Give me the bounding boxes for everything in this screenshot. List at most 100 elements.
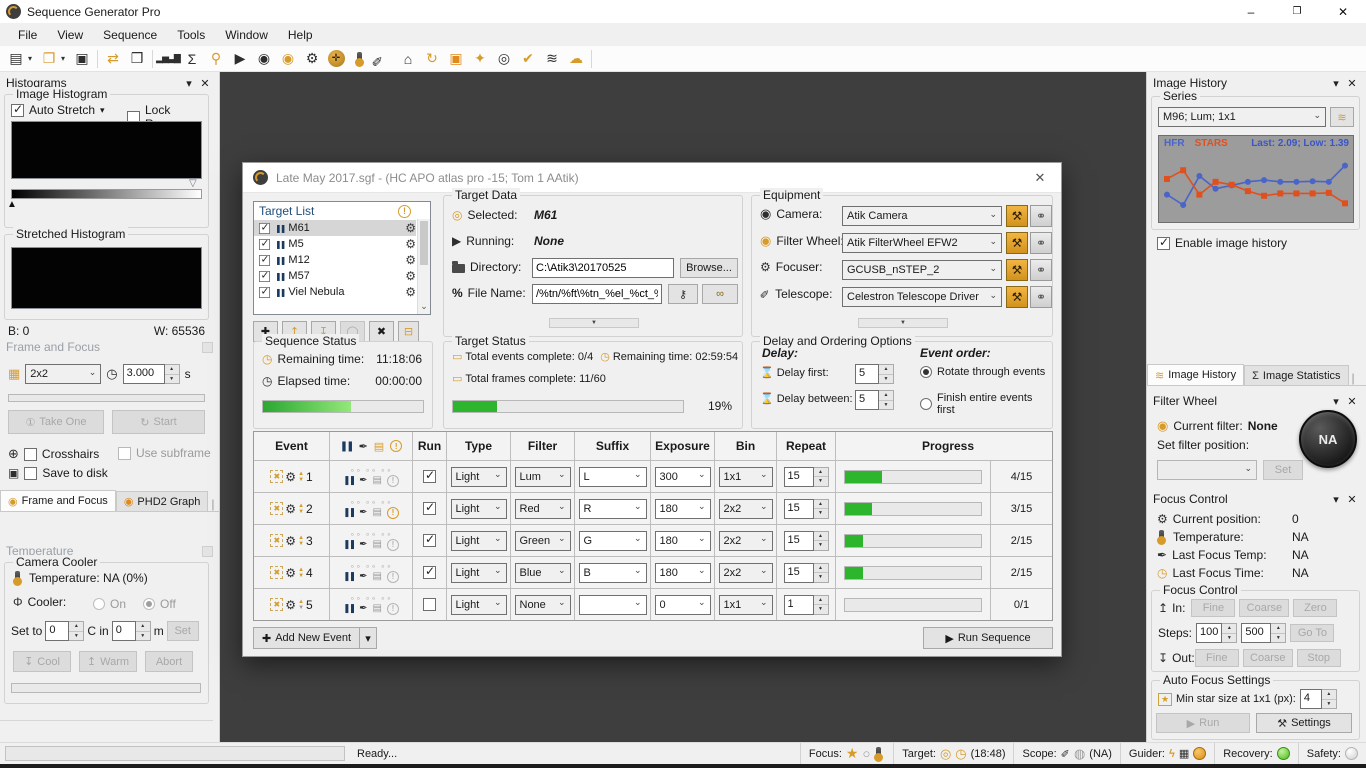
move-down-icon[interactable]: ▼	[298, 477, 304, 483]
filter-wheel-icon[interactable]: ◉	[276, 48, 300, 70]
target-list-item[interactable]: ❚❚ M12 ⚙	[254, 252, 416, 268]
open-sequence-dropdown-icon[interactable]	[61, 54, 70, 63]
target-checkbox[interactable]	[259, 270, 270, 281]
save-to-disk-checkbox[interactable]	[24, 467, 37, 480]
camera-connect-button[interactable]: ⚭	[1030, 205, 1052, 227]
event-delete-icon[interactable]: ✖	[270, 534, 283, 547]
filter-select[interactable]: Lum	[515, 467, 571, 487]
autofocus-settings-button[interactable]: ⚒Settings	[1256, 713, 1352, 733]
menu-view[interactable]: View	[47, 25, 93, 45]
exposure-combo[interactable]: 180	[655, 531, 711, 551]
add-new-event-button[interactable]: ✚ Add New Event	[253, 627, 360, 649]
dialog-close-icon[interactable]	[1029, 170, 1051, 186]
pause-icon[interactable]: ❚❚	[343, 603, 354, 614]
set-filter-button[interactable]: Set	[1263, 460, 1303, 480]
image-history-icon[interactable]: ≋	[540, 48, 564, 70]
telescope-select[interactable]: Celestron Telescope Driver	[842, 287, 1002, 307]
abort-button[interactable]: Abort	[145, 651, 193, 672]
run-checkbox[interactable]	[423, 534, 436, 547]
scroll-down-icon[interactable]	[418, 301, 430, 314]
minimize-icon[interactable]	[1228, 0, 1274, 23]
close-icon[interactable]	[1344, 395, 1360, 408]
equipment-expander[interactable]	[858, 318, 948, 328]
add-event-dropdown-icon[interactable]	[360, 627, 377, 649]
filename-key-button[interactable]: ⚷	[668, 284, 698, 304]
cooler-off-radio[interactable]	[143, 598, 155, 610]
type-select[interactable]: Light	[451, 563, 507, 583]
repeat-spinner[interactable]: 15	[784, 563, 829, 583]
suffix-combo[interactable]	[579, 595, 647, 615]
exposure-combo[interactable]: 300	[655, 467, 711, 487]
crosshairs-checkbox[interactable]	[24, 448, 37, 461]
menu-file[interactable]: File	[8, 25, 47, 45]
rotate-events-radio[interactable]	[920, 366, 932, 378]
set-temp-spinner[interactable]: 0	[45, 621, 84, 641]
suffix-combo[interactable]: G	[579, 531, 647, 551]
edit-target-button[interactable]: ⊟	[398, 321, 419, 342]
pause-all-icon[interactable]: ❚❚	[340, 441, 353, 452]
in-fine-button[interactable]: Fine	[1191, 599, 1235, 617]
close-icon[interactable]	[1320, 0, 1366, 23]
repeat-spinner[interactable]: 1	[784, 595, 829, 615]
pause-icon[interactable]: ❚❚	[343, 571, 354, 582]
autofocus-run-button[interactable]: ▶Run	[1156, 713, 1250, 733]
close-icon[interactable]	[1344, 77, 1360, 90]
take-one-button[interactable]: ① Take One	[8, 410, 104, 434]
target-checkbox[interactable]	[259, 222, 270, 233]
min-star-size-spinner[interactable]: 4	[1300, 689, 1337, 709]
exposure-spinner[interactable]: 3.000	[123, 364, 180, 384]
gear-icon[interactable]: ⚙	[405, 285, 416, 299]
filter-select[interactable]: Green	[515, 531, 571, 551]
series-chart-button[interactable]: ≋	[1330, 107, 1354, 127]
move-down-icon[interactable]: ▼	[298, 573, 304, 579]
brush-icon[interactable]: ✒	[359, 440, 368, 453]
script-icon[interactable]: ▤	[373, 603, 382, 614]
focuser-icon[interactable]: ⚙	[300, 48, 324, 70]
cool-button[interactable]: ↧Cool	[13, 651, 71, 672]
menu-sequence[interactable]: Sequence	[93, 25, 167, 45]
bin-select[interactable]: 1x1	[719, 467, 773, 487]
gear-icon[interactable]: ⚙	[285, 566, 296, 580]
filter-wheel-connect-button[interactable]: ⚭	[1030, 232, 1052, 254]
move-down-icon[interactable]: ▼	[298, 541, 304, 547]
close-icon[interactable]	[197, 77, 213, 90]
chevron-down-icon[interactable]	[100, 105, 105, 116]
close-icon[interactable]	[1344, 493, 1360, 506]
telescope-connect-button[interactable]: ⚭	[1030, 286, 1052, 308]
bin-select[interactable]: 2x2	[719, 499, 773, 519]
run-checkbox[interactable]	[423, 566, 436, 579]
filename-input[interactable]	[532, 284, 662, 304]
start-button[interactable]: ↻ Start	[112, 410, 205, 434]
exposure-combo[interactable]: 0	[655, 595, 711, 615]
filter-select[interactable]: Red	[515, 499, 571, 519]
out-fine-button[interactable]: Fine	[1195, 649, 1239, 667]
brush-icon[interactable]: ✒	[359, 539, 367, 550]
histogram-icon[interactable]: ▂▅▃▇	[156, 48, 180, 70]
zero-button[interactable]: Zero	[1293, 599, 1337, 617]
series-select[interactable]: M96; Lum; 1x1	[1158, 107, 1326, 127]
move-down-icon[interactable]: ▼	[298, 605, 304, 611]
pin-icon[interactable]	[202, 546, 213, 557]
repeat-spinner[interactable]: 15	[784, 531, 829, 551]
pause-icon[interactable]: ❚❚	[343, 539, 354, 550]
target-list-item[interactable]: ❚❚ M57 ⚙	[254, 268, 416, 284]
white-point-slider[interactable]: ▽	[189, 179, 197, 189]
script-icon[interactable]: ▤	[374, 440, 384, 453]
suffix-combo[interactable]: B	[579, 563, 647, 583]
pause-icon[interactable]: ❚❚	[343, 507, 354, 518]
script-icon[interactable]: ▤	[373, 475, 382, 486]
collapse-icon[interactable]	[1328, 493, 1344, 506]
control-panel-icon[interactable]: ❒	[125, 48, 149, 70]
bin-select[interactable]: 2x2	[719, 531, 773, 551]
auto-stretch-checkbox[interactable]	[11, 104, 24, 117]
type-select[interactable]: Light	[451, 595, 507, 615]
flip-flat-icon[interactable]: ✦	[468, 48, 492, 70]
flat-box-icon[interactable]: ▣	[444, 48, 468, 70]
finish-events-radio[interactable]	[920, 398, 932, 410]
delay-between-spinner[interactable]: 5	[855, 390, 894, 410]
event-delete-icon[interactable]: ✖	[270, 598, 283, 611]
menu-help[interactable]: Help	[278, 25, 323, 45]
exposure-combo[interactable]: 180	[655, 563, 711, 583]
rotator-icon[interactable]: ↻	[420, 48, 444, 70]
import-targets-icon[interactable]: ⇄	[101, 48, 125, 70]
